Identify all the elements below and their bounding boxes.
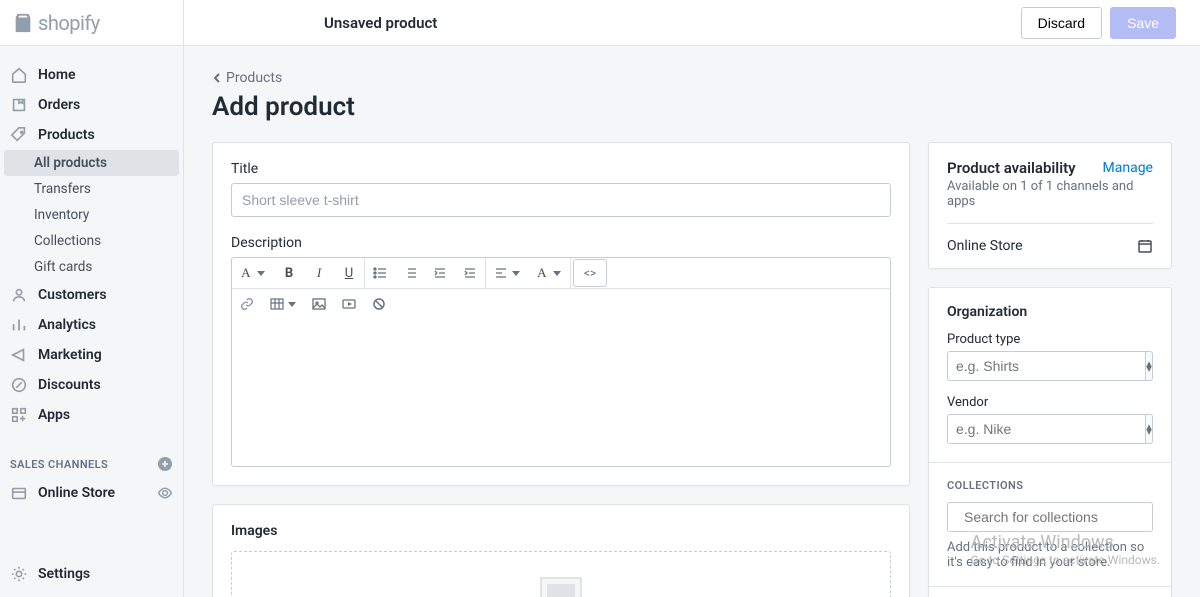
orders-icon (10, 96, 28, 114)
brand-name: shopify (38, 11, 100, 35)
nav-customers[interactable]: Customers (0, 280, 183, 310)
back-to-products[interactable]: Products (212, 70, 1172, 86)
product-type-label: Product type (947, 332, 1153, 347)
manage-link[interactable]: Manage (1103, 160, 1153, 176)
vendor-label: Vendor (947, 395, 1153, 410)
availability-subtext: Available on 1 of 1 channels and apps (947, 179, 1153, 209)
rte-numbered[interactable] (395, 258, 425, 288)
images-dropzone[interactable] (231, 551, 891, 597)
nav-inventory[interactable]: Inventory (0, 202, 183, 228)
nav-collections[interactable]: Collections (0, 228, 183, 254)
product-title-input[interactable] (231, 183, 891, 217)
rte-indent[interactable] (455, 258, 485, 288)
nav-transfers[interactable]: Transfers (0, 176, 183, 202)
nav-all-products[interactable]: All products (4, 150, 179, 176)
rte-italic[interactable]: I (304, 258, 334, 288)
product-type-stepper[interactable]: ▴▾ (1146, 351, 1153, 381)
images-label: Images (231, 523, 891, 539)
nav-discounts[interactable]: Discounts (0, 370, 183, 400)
schedule-icon[interactable] (1137, 238, 1153, 254)
rte-image[interactable] (304, 289, 334, 319)
channel-online-store: Online Store (947, 238, 1023, 254)
rte-video[interactable] (334, 289, 364, 319)
windows-watermark: Activate Windows Go to Settings to activ… (971, 532, 1160, 567)
discard-button[interactable]: Discard (1021, 7, 1102, 39)
marketing-icon (10, 346, 28, 364)
nav-apps[interactable]: Apps (0, 400, 183, 430)
nav-online-store[interactable]: Online Store (0, 478, 183, 508)
rte-bullets[interactable] (365, 258, 395, 288)
save-button[interactable]: Save (1110, 7, 1176, 39)
description-label: Description (231, 235, 891, 251)
description-editor[interactable] (231, 319, 891, 467)
product-type-input[interactable] (947, 351, 1146, 381)
upload-image-icon (533, 572, 589, 597)
page-title: Add product (212, 92, 1172, 122)
analytics-icon (10, 316, 28, 334)
rte-html-toggle[interactable]: <> (573, 259, 607, 287)
customers-icon (10, 286, 28, 304)
title-label: Title (231, 161, 891, 177)
rte-link[interactable] (232, 289, 262, 319)
rte-table[interactable] (262, 289, 304, 319)
availability-title: Product availability (947, 159, 1076, 177)
unsaved-status: Unsaved product (324, 14, 437, 32)
add-channel-button[interactable] (157, 456, 173, 472)
rte-color[interactable]: A (528, 258, 570, 288)
collections-search-input[interactable] (964, 509, 1145, 525)
nav-analytics[interactable]: Analytics (0, 310, 183, 340)
collections-search[interactable] (947, 502, 1153, 532)
products-icon (10, 126, 28, 144)
organization-title: Organization (947, 304, 1153, 320)
vendor-stepper[interactable]: ▴▾ (1146, 414, 1153, 444)
view-store-icon[interactable] (157, 485, 173, 501)
discounts-icon (10, 376, 28, 394)
shopify-bag-icon (12, 11, 34, 35)
brand-logo[interactable]: shopify (0, 0, 184, 45)
rte-bold[interactable]: B (274, 258, 304, 288)
rte-format-dropdown[interactable]: A (232, 258, 274, 288)
settings-icon (10, 565, 28, 583)
sales-channels-heading: SALES CHANNELS (10, 458, 108, 471)
chevron-left-icon (212, 73, 222, 83)
nav-products[interactable]: Products (0, 120, 183, 150)
nav-home[interactable]: Home (0, 60, 183, 90)
nav-marketing[interactable]: Marketing (0, 340, 183, 370)
apps-icon (10, 406, 28, 424)
store-icon (10, 484, 28, 502)
rte-align[interactable] (486, 258, 528, 288)
rte-outdent[interactable] (425, 258, 455, 288)
nav-orders[interactable]: Orders (0, 90, 183, 120)
rte-underline[interactable]: U (334, 258, 364, 288)
collections-heading: COLLECTIONS (947, 479, 1153, 492)
vendor-input[interactable] (947, 414, 1146, 444)
home-icon (10, 66, 28, 84)
rte-clear[interactable] (364, 289, 394, 319)
nav-settings[interactable]: Settings (0, 555, 183, 597)
nav-gift-cards[interactable]: Gift cards (0, 254, 183, 280)
